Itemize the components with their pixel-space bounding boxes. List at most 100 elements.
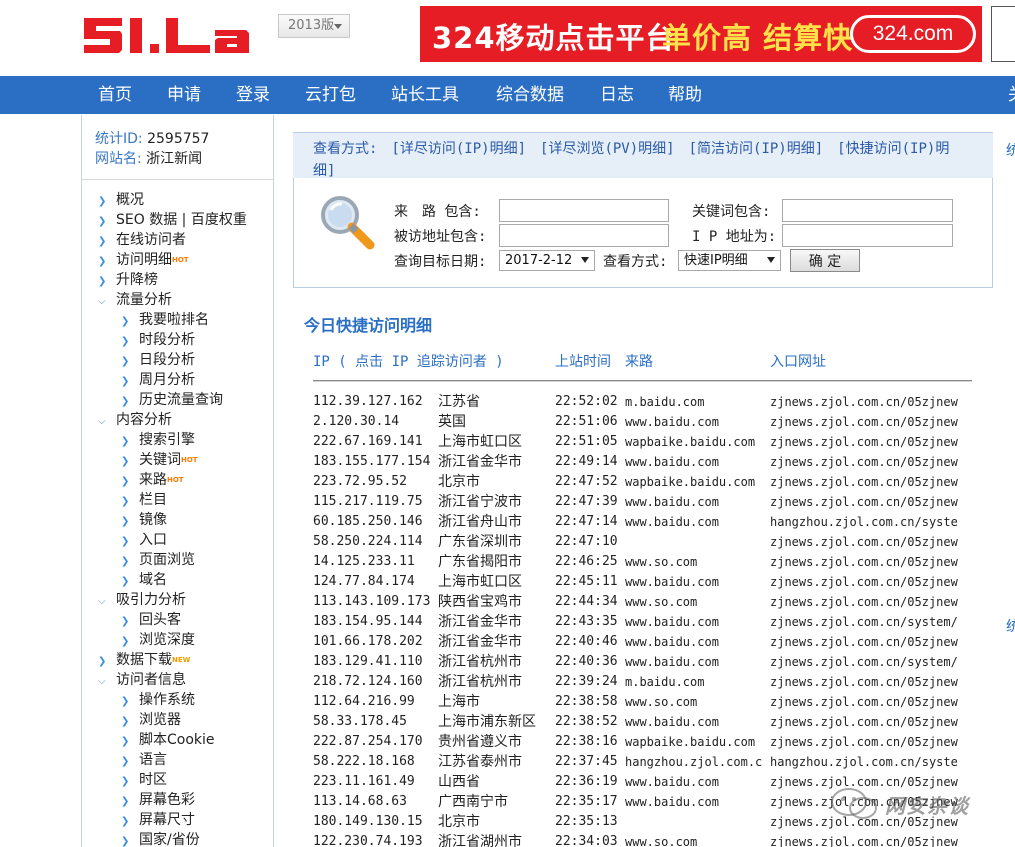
cell-referrer[interactable]: m.baidu.com xyxy=(625,672,704,692)
cell-referrer[interactable]: www.so.com xyxy=(625,552,697,572)
cell-entry[interactable]: zjnews.zjol.com.cn/05zjnew xyxy=(770,832,970,847)
sidebar-item-traffic[interactable]: ⌵ 流量分析 xyxy=(98,290,172,310)
nav-item-cutoff[interactable]: 关 xyxy=(1008,76,1015,114)
cell-referrer[interactable]: www.baidu.com xyxy=(625,452,719,472)
cell-referrer[interactable]: www.baidu.com xyxy=(625,492,719,512)
confirm-button[interactable]: 确 定 xyxy=(790,249,860,272)
cell-entry[interactable]: zjnews.zjol.com.cn/05zjnew xyxy=(770,572,970,592)
cell-referrer[interactable]: www.baidu.com xyxy=(625,652,719,672)
cell-referrer[interactable]: m.baidu.com xyxy=(625,392,704,412)
cell-entry[interactable]: zjnews.zjol.com.cn/05zjnew xyxy=(770,492,970,512)
cell-ip[interactable]: 112.64.216.99 xyxy=(313,692,415,712)
sidebar-item-rank[interactable]: ❯ 升降榜 xyxy=(98,270,158,290)
cell-referrer[interactable]: www.baidu.com xyxy=(625,612,719,632)
cell-ip[interactable]: 113.14.68.63 xyxy=(313,792,407,812)
cell-ip[interactable]: 60.185.250.146 xyxy=(313,512,423,532)
view-mode-select[interactable]: 快速IP明细 xyxy=(678,250,781,271)
cell-referrer[interactable]: www.so.com xyxy=(625,832,697,847)
nav-apply[interactable]: 申请 xyxy=(167,76,201,114)
cell-referrer[interactable]: www.baidu.com xyxy=(625,512,719,532)
cell-ip[interactable]: 113.143.109.173 xyxy=(313,592,430,612)
cell-ip[interactable]: 2.120.30.14 xyxy=(313,412,399,432)
nav-home[interactable]: 首页 xyxy=(98,76,132,114)
view-option-detailed-ip[interactable]: [详尽访问(IP)明细] xyxy=(391,141,526,157)
cell-entry[interactable]: zjnews.zjol.com.cn/05zjnew xyxy=(770,412,970,432)
cell-entry[interactable]: zjnews.zjol.com.cn/05zjnew xyxy=(770,552,970,572)
cell-referrer[interactable]: www.baidu.com xyxy=(625,772,719,792)
cell-ip[interactable]: 58.222.18.168 xyxy=(313,752,415,772)
cell-ip[interactable]: 183.129.41.110 xyxy=(313,652,423,672)
cell-referrer[interactable]: wapbaike.baidu.com xyxy=(625,432,755,452)
cell-entry[interactable]: hangzhou.zjol.com.cn/syste xyxy=(770,752,970,772)
view-option-detailed-pv[interactable]: [详尽浏览(PV)明细] xyxy=(540,141,675,157)
cell-ip[interactable]: 58.250.224.114 xyxy=(313,532,423,552)
nav-cloud-pack[interactable]: 云打包 xyxy=(305,76,356,114)
sidebar-subitem-ranking[interactable]: ❯ 我要啦排名 xyxy=(121,310,209,330)
cell-referrer[interactable]: www.baidu.com xyxy=(625,632,719,652)
cell-referrer[interactable]: hangzhou.zjol.com.c xyxy=(625,752,762,772)
sidebar-subitem-weekly[interactable]: ❯ 周月分析 xyxy=(121,370,195,390)
cell-entry[interactable]: zjnews.zjol.com.cn/05zjnew xyxy=(770,392,970,412)
sidebar-item-online[interactable]: ❯ 在线访问者 xyxy=(98,230,186,250)
nav-aggregate-data[interactable]: 综合数据 xyxy=(496,76,564,114)
nav-log[interactable]: 日志 xyxy=(600,76,634,114)
cell-referrer[interactable]: www.baidu.com xyxy=(625,572,719,592)
sidebar-subitem-hourly[interactable]: ❯ 时段分析 xyxy=(121,330,195,350)
version-dropdown[interactable]: 2013版 xyxy=(278,14,350,38)
cell-ip[interactable]: 101.66.178.202 xyxy=(313,632,423,652)
keyword-filter-input[interactable] xyxy=(782,199,953,222)
cell-ip[interactable]: 183.154.95.144 xyxy=(313,612,423,632)
cell-ip[interactable]: 180.149.130.15 xyxy=(313,812,423,832)
cell-entry[interactable]: zjnews.zjol.com.cn/05zjnew xyxy=(770,712,970,732)
visited-url-filter-input[interactable] xyxy=(499,224,669,247)
nav-help[interactable]: 帮助 xyxy=(668,76,702,114)
cell-entry[interactable]: zjnews.zjol.com.cn/05zjnew xyxy=(770,732,970,752)
nav-webmaster-tools[interactable]: 站长工具 xyxy=(391,76,459,114)
sidebar-subitem-daily[interactable]: ❯ 日段分析 xyxy=(121,350,195,370)
cell-region: 上海市虹口区 xyxy=(438,434,522,450)
cell-entry[interactable]: zjnews.zjol.com.cn/05zjnew xyxy=(770,532,970,552)
cell-ip[interactable]: 124.77.84.174 xyxy=(313,572,415,592)
site-logo[interactable] xyxy=(82,14,252,56)
cell-ip[interactable]: 218.72.124.160 xyxy=(313,672,423,692)
cell-referrer[interactable]: wapbaike.baidu.com xyxy=(625,472,755,492)
cell-entry[interactable]: zjnews.zjol.com.cn/05zjnew xyxy=(770,692,970,712)
sidebar-item-overview[interactable]: ❯ 概况 xyxy=(98,190,144,210)
cell-referrer[interactable]: www.so.com xyxy=(625,592,697,612)
cell-ip[interactable]: 112.39.127.162 xyxy=(313,392,423,412)
referrer-filter-input[interactable] xyxy=(499,199,669,222)
cell-entry[interactable]: zjnews.zjol.com.cn/system/ xyxy=(770,652,970,672)
cell-ip[interactable]: 222.87.254.170 xyxy=(313,732,423,752)
cell-entry[interactable]: zjnews.zjol.com.cn/05zjnew xyxy=(770,432,970,452)
cell-region: 广东省揭阳市 xyxy=(438,554,522,570)
sidebar-item-visit-detail[interactable]: ❯ 访问明细HOT xyxy=(98,250,189,270)
cell-ip[interactable]: 223.72.95.52 xyxy=(313,472,407,492)
cell-region: 上海市虹口区 xyxy=(438,574,522,590)
cell-ip[interactable]: 14.125.233.11 xyxy=(313,552,415,572)
cell-ip[interactable]: 122.230.74.193 xyxy=(313,832,423,847)
cell-entry[interactable]: hangzhou.zjol.com.cn/syste xyxy=(770,512,970,532)
cell-entry[interactable]: zjnews.zjol.com.cn/05zjnew xyxy=(770,672,970,692)
cell-entry[interactable]: zjnews.zjol.com.cn/05zjnew xyxy=(770,592,970,612)
nav-login[interactable]: 登录 xyxy=(236,76,270,114)
cell-referrer[interactable]: wapbaike.baidu.com xyxy=(625,732,755,752)
cell-entry[interactable]: zjnews.zjol.com.cn/system/ xyxy=(770,612,970,632)
cell-referrer[interactable]: www.baidu.com xyxy=(625,412,719,432)
cell-ip[interactable]: 58.33.178.45 xyxy=(313,712,407,732)
cell-referrer[interactable]: www.so.com xyxy=(625,692,697,712)
cell-ip[interactable]: 115.217.119.75 xyxy=(313,492,423,512)
cell-entry[interactable]: zjnews.zjol.com.cn/05zjnew xyxy=(770,632,970,652)
sidebar-item-seo[interactable]: ❯ SEO 数据 | 百度权重 xyxy=(98,210,247,230)
cell-referrer[interactable]: www.baidu.com xyxy=(625,712,719,732)
target-date-select[interactable]: 2017-2-12 xyxy=(499,250,595,271)
cell-ip[interactable]: 222.67.169.141 xyxy=(313,432,423,452)
cell-entry[interactable]: zjnews.zjol.com.cn/05zjnew xyxy=(770,452,970,472)
ip-filter-input[interactable] xyxy=(782,224,953,247)
view-option-simple-ip[interactable]: [简洁访问(IP)明细] xyxy=(689,141,824,157)
site-info: 统计ID: 2595757 网站名: 浙江新闻 xyxy=(95,129,209,169)
ad-banner[interactable]: 324移动点击平台 单价高 结算快 324.com xyxy=(420,6,982,62)
cell-ip[interactable]: 183.155.177.154 xyxy=(313,452,430,472)
cell-entry[interactable]: zjnews.zjol.com.cn/05zjnew xyxy=(770,472,970,492)
cell-referrer[interactable]: www.baidu.com xyxy=(625,792,719,812)
cell-ip[interactable]: 223.11.161.49 xyxy=(313,772,415,792)
